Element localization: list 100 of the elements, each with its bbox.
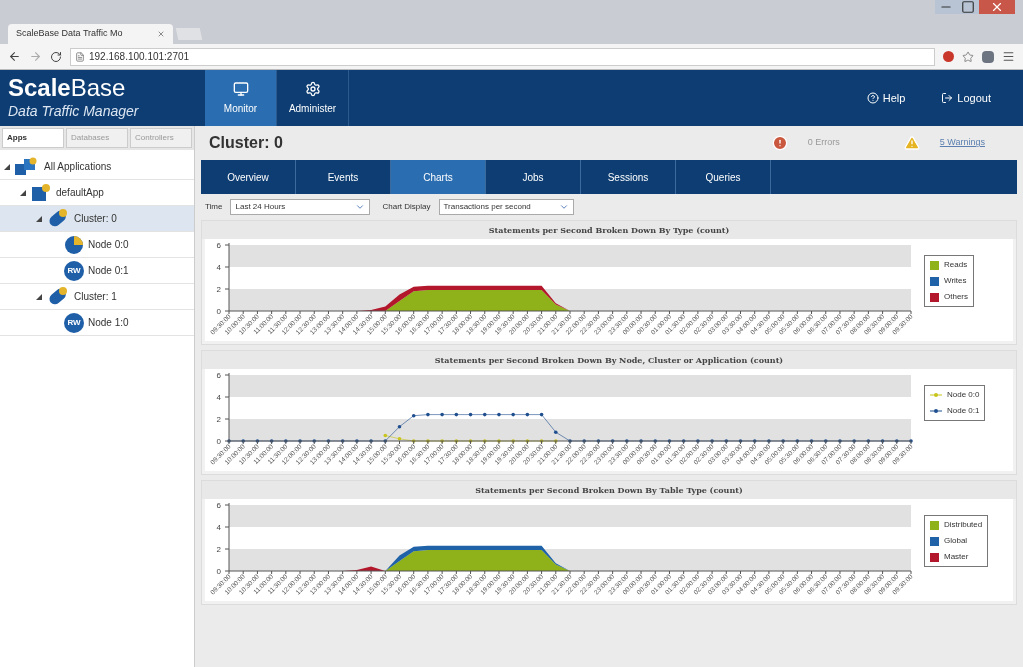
error-icon (771, 135, 788, 151)
tree-item[interactable]: Cluster: 1 (0, 284, 194, 310)
data-point (667, 439, 672, 443)
expanded-arrow-icon[interactable] (36, 215, 42, 222)
data-point (255, 439, 260, 443)
y-axis (224, 242, 230, 312)
data-point (525, 412, 530, 417)
address-field[interactable]: 192.168.100.101:2701 (70, 47, 935, 66)
help-icon (866, 92, 879, 104)
read-write-badge: RW (64, 312, 84, 333)
data-point (312, 439, 317, 443)
axis-label: 0 (216, 437, 221, 446)
axis-label: 6 (216, 241, 221, 250)
legend-swatch (930, 260, 939, 270)
legend-line-icon (930, 392, 942, 398)
legend-label: Node 0:1 (947, 405, 980, 417)
tree-item[interactable]: Cluster: 0 (0, 206, 194, 232)
axis-label: 4 (216, 393, 221, 402)
legend-line-icon (930, 408, 942, 414)
expanded-arrow-icon[interactable] (4, 163, 10, 170)
data-point (752, 439, 757, 443)
data-point (710, 439, 714, 443)
data-point (582, 439, 586, 443)
gear-icon (304, 80, 321, 97)
data-point (340, 439, 345, 443)
data-point (795, 439, 800, 443)
axis-label: 6 (216, 501, 221, 510)
page-title: Cluster: 0 (209, 133, 283, 153)
data-point (482, 412, 487, 417)
axis-label: 2 (216, 415, 221, 424)
axis-label: 6 (216, 371, 221, 380)
data-point (767, 439, 771, 443)
legend-label: Distributed (944, 519, 983, 531)
reload-icon[interactable] (50, 50, 62, 63)
axis-label: 4 (216, 523, 221, 532)
tree-item[interactable]: All Applications (0, 154, 194, 180)
data-point (838, 439, 842, 443)
data-point (397, 437, 402, 441)
data-point (880, 439, 885, 443)
browser-tab[interactable]: ScaleBase Data Traffic Mo (8, 24, 173, 44)
chart-display-label: Chart Display (382, 201, 431, 213)
star-icon[interactable] (962, 50, 974, 63)
tree-item[interactable]: RW Node 0:1 (0, 258, 194, 284)
data-point (696, 439, 700, 443)
maximize-icon[interactable] (957, 0, 979, 14)
data-point (625, 439, 629, 443)
expanded-arrow-icon[interactable] (36, 293, 42, 300)
nav-tab[interactable]: Monitor (205, 70, 277, 126)
axis-label: 2 (216, 285, 221, 294)
logo-subtitle: Data Traffic Manager (8, 101, 140, 121)
data-point (269, 439, 274, 443)
logout-link[interactable]: Logout (941, 89, 991, 107)
dropdown-icon (558, 202, 569, 212)
time-select[interactable]: Last 24 Hours (230, 199, 371, 215)
menu-icon[interactable] (1002, 50, 1015, 63)
data-point (241, 439, 245, 443)
sidebar-tab[interactable]: Apps (2, 128, 64, 148)
extension-icon[interactable] (982, 50, 994, 63)
data-point (426, 412, 430, 417)
data-point (539, 439, 544, 443)
chart-display-select[interactable]: Transactions per second (438, 199, 574, 215)
errors-count: 0 Errors (807, 136, 840, 150)
data-point (554, 439, 558, 443)
tree-item[interactable]: RW Node 1:0 (0, 310, 194, 336)
data-point (738, 439, 743, 443)
close-icon[interactable] (979, 0, 1015, 14)
data-point (411, 413, 416, 418)
warning-icon (903, 135, 920, 151)
back-icon[interactable] (8, 50, 21, 63)
data-point (866, 439, 871, 443)
data-point (454, 439, 459, 443)
data-point (397, 424, 402, 429)
data-point (653, 439, 658, 443)
page-icon (75, 51, 85, 62)
data-point (823, 439, 828, 443)
data-point (426, 439, 430, 443)
axis-label: 4 (216, 263, 221, 272)
data-point (298, 439, 302, 443)
data-point (369, 439, 373, 443)
dropdown-icon (355, 202, 366, 212)
logo-text: ScaleBase (8, 74, 127, 101)
close-icon[interactable] (157, 30, 165, 38)
data-point (482, 439, 487, 443)
data-point (909, 439, 913, 443)
warnings-link[interactable]: 5 Warnings (939, 136, 985, 150)
chart-title: Statements per Second Broken Down By Node, Cluster or Application (count) (202, 351, 1016, 369)
content-tab[interactable]: Charts (391, 160, 486, 194)
legend-label: Master (944, 551, 969, 563)
stop-icon[interactable] (943, 51, 954, 62)
data-point (355, 439, 359, 443)
legend-label: Reads (944, 259, 968, 271)
help-link[interactable]: Help (866, 89, 906, 107)
data-point (497, 439, 501, 443)
y-axis (224, 502, 230, 572)
legend-swatch (930, 276, 939, 286)
chart-title: Statements per Second Broken Down By Table Type (count) (202, 481, 1016, 499)
chart-title: Statements per Second Broken Down By Type (count) (202, 221, 1016, 239)
expanded-arrow-icon[interactable] (20, 189, 26, 196)
data-point (284, 439, 288, 443)
axis-label: 2 (216, 545, 221, 554)
